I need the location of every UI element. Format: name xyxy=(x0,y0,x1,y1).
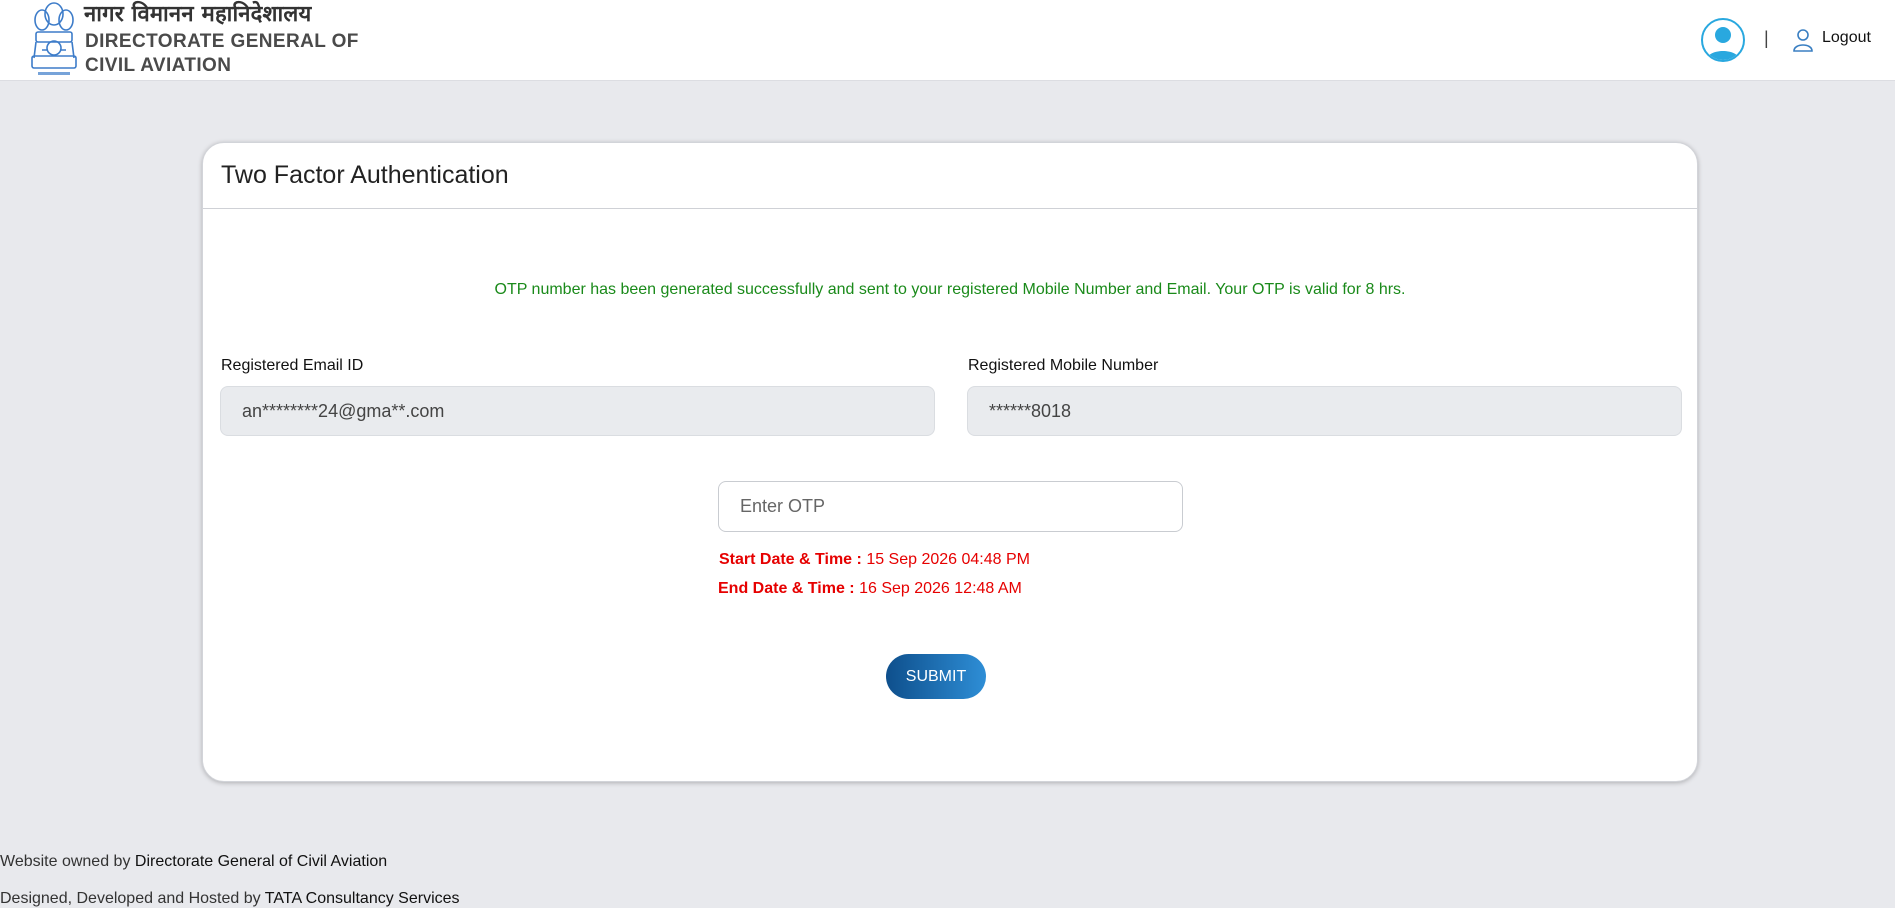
brand-hindi-title: नागर विमानन महानिदेशालय xyxy=(84,2,312,27)
otp-input[interactable] xyxy=(718,481,1183,532)
start-datetime-label: Start Date & Time : xyxy=(719,551,862,568)
footer-owned: Website owned by Directorate General of … xyxy=(0,853,387,871)
footer-designed-link[interactable]: TATA Consultancy Services xyxy=(265,890,460,907)
user-outline-icon[interactable] xyxy=(1792,28,1814,52)
national-emblem-logo xyxy=(31,2,77,75)
mobile-label: Registered Mobile Number xyxy=(968,357,1159,374)
end-datetime-label: End Date & Time : xyxy=(718,580,855,597)
footer-owned-link[interactable]: Directorate General of Civil Aviation xyxy=(135,853,387,870)
footer-designed-prefix: Designed, Developed and Hosted by xyxy=(0,890,261,907)
user-avatar-icon[interactable] xyxy=(1701,18,1745,62)
brand-english-title: DIRECTORATE GENERAL OF CIVIL AVIATION xyxy=(85,31,359,76)
mobile-field: ******8018 xyxy=(967,386,1682,436)
header-separator: | xyxy=(1764,28,1769,48)
logout-link[interactable]: Logout xyxy=(1822,29,1871,47)
site-header: नागर विमानन महानिदेशालय DIRECTORATE GENE… xyxy=(0,0,1895,81)
two-factor-card: Two Factor Authentication OTP number has… xyxy=(202,142,1698,782)
card-title: Two Factor Authentication xyxy=(221,161,509,189)
email-field: an********24@gma**.com xyxy=(220,386,935,436)
email-label: Registered Email ID xyxy=(221,357,364,374)
start-datetime: Start Date & Time : 15 Sep 2026 04:48 PM xyxy=(719,551,1030,569)
end-datetime: End Date & Time : 16 Sep 2026 12:48 AM xyxy=(718,580,1022,598)
card-divider xyxy=(203,208,1697,209)
otp-success-message: OTP number has been generated successful… xyxy=(494,281,1406,298)
footer-owned-prefix: Website owned by xyxy=(0,853,131,870)
end-datetime-value: 16 Sep 2026 12:48 AM xyxy=(859,580,1022,597)
submit-button[interactable]: SUBMIT xyxy=(886,654,986,699)
start-datetime-value: 15 Sep 2026 04:48 PM xyxy=(866,551,1030,568)
footer-designed: Designed, Developed and Hosted by TATA C… xyxy=(0,890,460,908)
